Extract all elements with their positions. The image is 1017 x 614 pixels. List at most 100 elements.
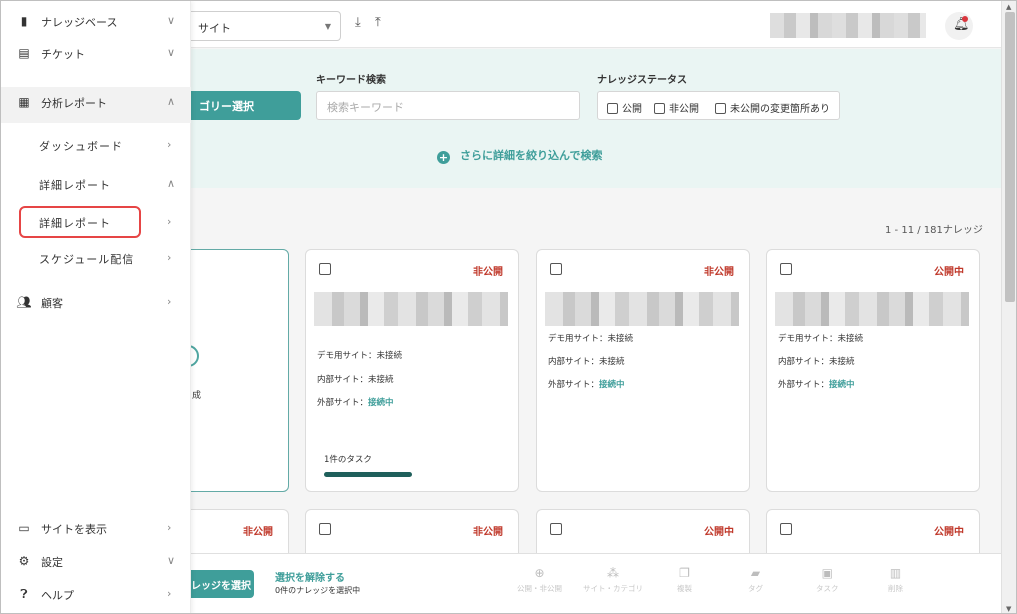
chevron-up-icon: ∧ bbox=[167, 95, 176, 108]
chevron-right-icon: › bbox=[167, 138, 172, 151]
checkbox[interactable] bbox=[654, 103, 665, 114]
action-delete[interactable]: ▥ 削除 bbox=[888, 566, 903, 594]
sidebar-item-knowledge-base[interactable]: ▮ ナレッジベース ∨ bbox=[1, 6, 191, 36]
status-badge: 公開中 bbox=[934, 527, 964, 538]
monitor-icon: ▭ bbox=[18, 521, 30, 535]
card-site-demo: デモ用サイト：未接続 bbox=[548, 334, 634, 344]
chevron-right-icon: › bbox=[167, 215, 172, 228]
bulk-action-bar: レッジを選択 選択を解除する 0件のナレッジを選択中 ⊕ 公開・非公開 ⁂ サイト・… bbox=[191, 553, 1001, 613]
card-checkbox[interactable] bbox=[319, 523, 331, 535]
chevron-right-icon: › bbox=[167, 295, 172, 308]
file-icon: ▮ bbox=[20, 14, 28, 28]
advanced-search-link[interactable]: + さらに詳細を絞り込んで検索 bbox=[437, 147, 602, 164]
sidebar-item-help[interactable]: ❓︎ ヘルプ › bbox=[1, 579, 191, 609]
chevron-right-icon: › bbox=[167, 587, 172, 600]
card-checkbox[interactable] bbox=[319, 263, 331, 275]
knowledge-card[interactable]: 非公開 デモ用サイト：未接続 内部サイト：未接続 外部サイト：接続中 bbox=[536, 249, 750, 492]
action-site-category[interactable]: ⁂ サイト・カテゴリ bbox=[583, 566, 643, 594]
status-option-private[interactable]: 非公開 bbox=[654, 100, 699, 115]
chevron-down-icon: ∨ bbox=[167, 14, 176, 27]
card-site-demo: デモ用サイト：未接続 bbox=[778, 334, 864, 344]
site-select[interactable]: サイト ▼ bbox=[177, 11, 341, 41]
status-option-public[interactable]: 公開 bbox=[607, 100, 642, 115]
action-tag[interactable]: ▰ タグ bbox=[748, 566, 763, 594]
card-checkbox[interactable] bbox=[550, 263, 562, 275]
add-card-label: 成 bbox=[192, 391, 202, 401]
sidebar-item-analytics[interactable]: ▦ 分析レポート ∧ bbox=[1, 87, 191, 123]
status-badge: 非公開 bbox=[473, 267, 503, 278]
chevron-right-icon: › bbox=[167, 251, 172, 264]
ticket-icon: ▤ bbox=[18, 46, 30, 60]
status-badge: 非公開 bbox=[243, 527, 273, 538]
sidebar-item-customers[interactable]: 👥︎ 顧客 › bbox=[1, 287, 191, 317]
site-select-value: サイト bbox=[198, 22, 231, 35]
sidebar-item-view-site[interactable]: ▭ サイトを表示 › bbox=[1, 513, 191, 543]
task-icon: ▣ bbox=[821, 566, 833, 580]
sidebar-item-detail-report-group[interactable]: 詳細レポート ∧ bbox=[1, 169, 191, 199]
select-knowledge-button[interactable]: レッジを選択 bbox=[191, 570, 254, 598]
category-select-button[interactable]: ゴリー選択 bbox=[191, 91, 301, 120]
card-site-internal: 内部サイト：未接続 bbox=[317, 375, 394, 385]
notification-button[interactable]: 🔔︎ bbox=[945, 12, 973, 40]
download-icon[interactable]: ⤓ bbox=[355, 16, 361, 30]
unselect-link[interactable]: 選択を解除する bbox=[275, 569, 345, 584]
chevron-down-icon: ∨ bbox=[167, 554, 176, 567]
trash-icon: ▥ bbox=[889, 566, 902, 580]
status-badge: 公開中 bbox=[704, 527, 734, 538]
keyword-input[interactable]: 検索キーワード bbox=[316, 91, 580, 120]
scrollbar-thumb[interactable] bbox=[1005, 12, 1015, 302]
card-checkbox[interactable] bbox=[780, 263, 792, 275]
action-publish[interactable]: ⊕ 公開・非公開 bbox=[517, 566, 562, 594]
status-badge: 非公開 bbox=[704, 267, 734, 278]
status-option-unpublished-changes[interactable]: 未公開の変更箇所あり bbox=[715, 100, 830, 115]
checkbox[interactable] bbox=[715, 103, 726, 114]
sidebar-item-tickets[interactable]: ▤ チケット ∨ bbox=[1, 38, 191, 68]
scrollbar[interactable]: ▲ ▼ bbox=[1001, 1, 1016, 613]
result-count: 1 - 11 / 181ナレッジ bbox=[885, 225, 983, 236]
knowledge-card[interactable]: 非公開 デモ用サイト：未接続 内部サイト：未接続 外部サイト：接続中 1件のタス… bbox=[305, 249, 519, 492]
status-badge: 公開中 bbox=[934, 267, 964, 278]
chevron-down-icon: ∨ bbox=[167, 46, 176, 59]
status-badge: 非公開 bbox=[473, 527, 503, 538]
card-title-blurred bbox=[545, 292, 739, 326]
sidebar-item-dashboard[interactable]: ダッシュボード › bbox=[1, 130, 191, 160]
search-panel: ゴリー選択 キーワード検索 検索キーワード ナレッジステータス 公開 非公開 未… bbox=[191, 49, 1001, 188]
globe-icon: ⊕ bbox=[534, 566, 545, 580]
plus-circle-icon: + bbox=[437, 151, 450, 164]
card-site-internal: 内部サイト：未接続 bbox=[778, 357, 855, 367]
knowledge-card[interactable]: 公開中 デモ用サイト：未接続 内部サイト：未接続 外部サイト：接続中 bbox=[766, 249, 980, 492]
card-site-external: 外部サイト：接続中 bbox=[548, 380, 625, 390]
chevron-down-icon: ▼ bbox=[324, 22, 331, 31]
sitemap-icon: ⁂ bbox=[607, 566, 619, 580]
card-title-blurred bbox=[314, 292, 508, 326]
notification-dot bbox=[962, 16, 968, 22]
scroll-down-icon[interactable]: ▼ bbox=[1006, 605, 1011, 613]
action-task[interactable]: ▣ タスク bbox=[816, 566, 839, 594]
chart-icon: ▦ bbox=[18, 95, 30, 109]
card-site-internal: 内部サイト：未接続 bbox=[548, 357, 625, 367]
card-task-count: 1件のタスク bbox=[324, 455, 372, 465]
tag-icon: ▰ bbox=[750, 566, 761, 580]
user-info-blurred bbox=[770, 13, 926, 38]
sidebar: ▮ ナレッジベース ∨ ▤ チケット ∨ ▦ 分析レポート ∧ ダッシュボード … bbox=[1, 1, 191, 613]
action-duplicate[interactable]: ❐ 複製 bbox=[677, 566, 692, 594]
card-title-blurred bbox=[775, 292, 969, 326]
chevron-right-icon: › bbox=[167, 521, 172, 534]
task-progress-bar bbox=[324, 472, 412, 477]
card-checkbox[interactable] bbox=[780, 523, 792, 535]
highlight-box bbox=[19, 206, 141, 238]
sidebar-item-scheduled-delivery[interactable]: スケジュール配信 › bbox=[1, 243, 191, 273]
people-icon: 👥︎ bbox=[16, 295, 32, 309]
sidebar-item-settings[interactable]: ⚙ 設定 ∨ bbox=[1, 546, 191, 576]
gear-icon: ⚙ bbox=[18, 554, 30, 568]
scroll-up-icon[interactable]: ▲ bbox=[1006, 3, 1011, 11]
selected-count: 0件のナレッジを選択中 bbox=[275, 586, 361, 595]
checkbox[interactable] bbox=[607, 103, 618, 114]
help-icon: ❓︎ bbox=[20, 587, 28, 601]
keyword-label: キーワード検索 bbox=[316, 75, 386, 86]
card-checkbox[interactable] bbox=[550, 523, 562, 535]
app-window: サイト ▼ ⤓ ⤒ 🔔︎ ゴリー選択 キーワード検索 検索キーワード ナレッジス… bbox=[0, 0, 1017, 614]
upload-icon[interactable]: ⤒ bbox=[375, 16, 381, 30]
status-filter: 公開 非公開 未公開の変更箇所あり bbox=[597, 91, 840, 120]
card-site-demo: デモ用サイト：未接続 bbox=[317, 351, 403, 361]
